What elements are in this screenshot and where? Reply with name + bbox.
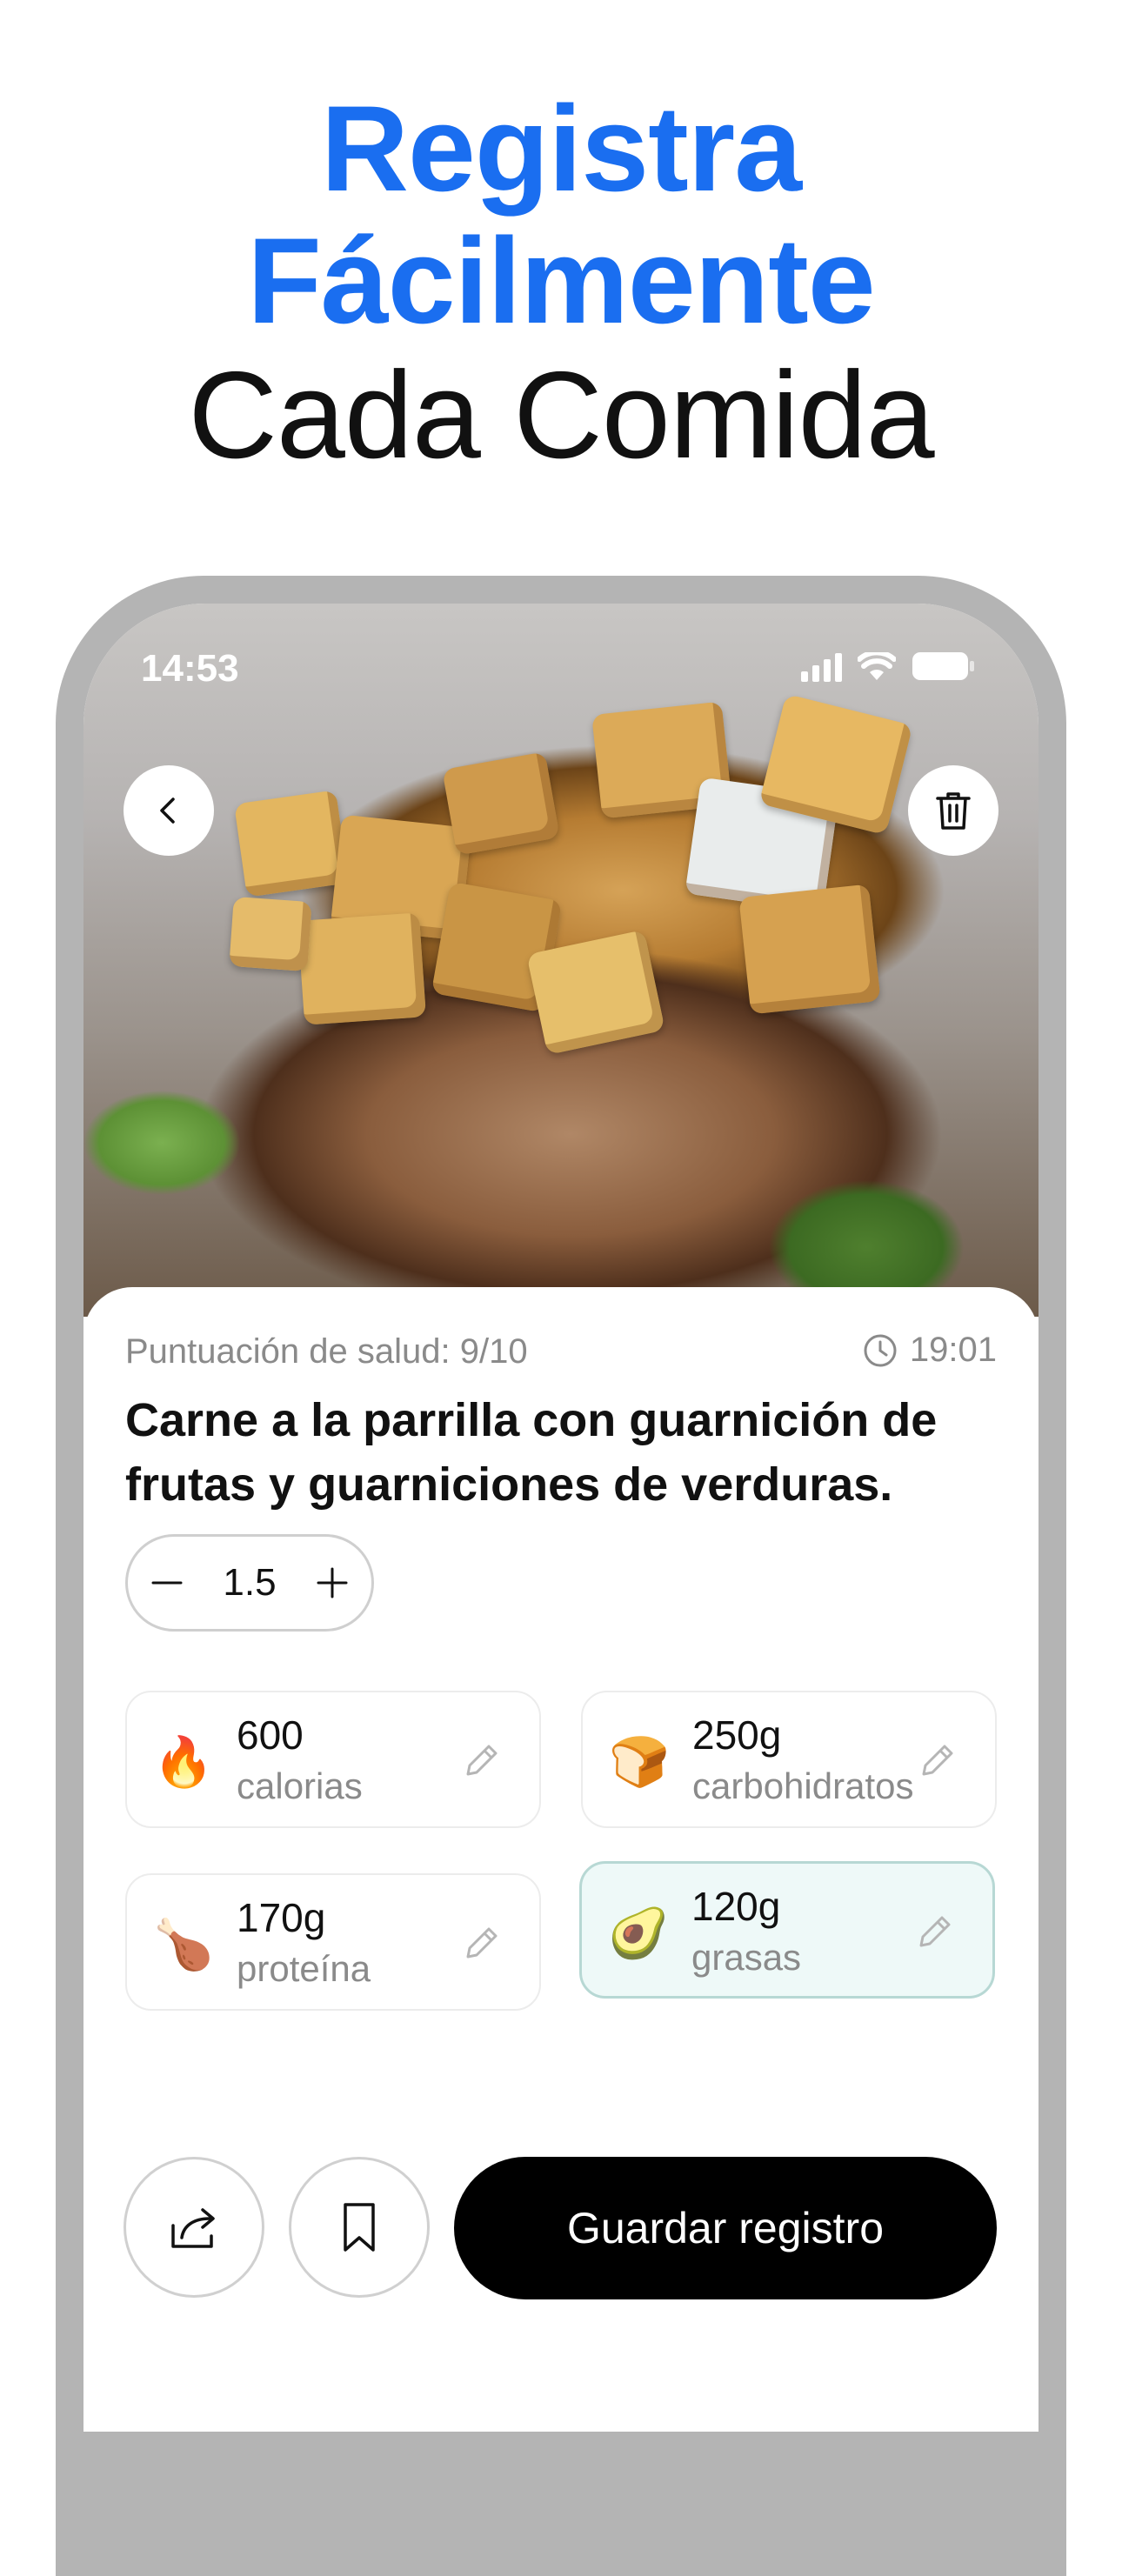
delete-button[interactable]: [908, 765, 998, 856]
trash-icon: [936, 792, 971, 830]
servings-value: 1.5: [223, 1561, 277, 1604]
wifi-icon: [858, 652, 896, 680]
cellular-signal-icon: [801, 653, 842, 682]
back-button[interactable]: [124, 765, 214, 856]
meal-title: Carne a la parrilla con guarnición de fr…: [125, 1394, 938, 1511]
bookmark-icon: [344, 2203, 375, 2252]
fire-icon: 🔥: [153, 1734, 214, 1789]
fats-tile[interactable]: 🥑 120g grasas: [579, 1861, 995, 1999]
servings-stepper[interactable]: 1.5: [125, 1534, 374, 1632]
headline-line-1: Registra: [320, 80, 802, 217]
plus-icon: [317, 1567, 348, 1598]
carbs-label: carbohidratos: [692, 1765, 914, 1806]
carbs-amount: 250g: [692, 1712, 782, 1758]
calories-tile[interactable]: 🔥 600 calorias: [125, 1691, 541, 1828]
logged-time-value: 19:01: [909, 1331, 997, 1369]
calories-label: calorias: [237, 1765, 363, 1806]
pencil-icon[interactable]: [459, 1738, 504, 1783]
decrease-servings-button[interactable]: [128, 1537, 206, 1629]
avocado-icon: 🥑: [608, 1905, 669, 1960]
pencil-icon[interactable]: [915, 1738, 960, 1783]
minus-icon: [151, 1581, 183, 1585]
carbs-tile[interactable]: 🍞 250g carbohidratos: [581, 1691, 997, 1828]
save-log-button[interactable]: Guardar registro: [454, 2157, 997, 2299]
protein-label: proteína: [237, 1948, 371, 1989]
pencil-icon[interactable]: [459, 1920, 504, 1965]
increase-servings-button[interactable]: [293, 1537, 371, 1629]
fats-amount: 120g: [691, 1884, 781, 1929]
drumstick-icon: 🍗: [153, 1917, 214, 1972]
bread-icon: 🍞: [609, 1734, 670, 1789]
battery-icon: [912, 652, 974, 680]
chevron-left-icon: [160, 797, 175, 824]
protein-amount: 170g: [237, 1895, 326, 1940]
clock-icon: [864, 1334, 897, 1366]
marketing-headline: Registra Fácilmente Cada Comida: [0, 83, 1122, 484]
share-icon: [171, 2208, 215, 2248]
pencil-icon[interactable]: [912, 1909, 958, 1954]
calories-amount: 600: [237, 1712, 304, 1758]
status-time: 14:53: [141, 647, 239, 690]
bookmark-button[interactable]: [289, 2157, 430, 2298]
logged-time: 19:01: [863, 1331, 997, 1370]
share-button[interactable]: [124, 2157, 264, 2298]
fats-label: grasas: [691, 1937, 802, 1978]
protein-tile[interactable]: 🍗 170g proteína: [125, 1873, 541, 2011]
headline-line-3: Cada Comida: [188, 346, 934, 484]
status-icons: [801, 651, 976, 682]
headline-line-2: Fácilmente: [247, 212, 875, 349]
status-bar: 14:53: [83, 604, 1039, 725]
health-score: Puntuación de salud: 9/10: [125, 1332, 528, 1371]
phone-screen: 14:53 Puntuación de salud: 9/10 19:01 Ca…: [83, 604, 1039, 2432]
